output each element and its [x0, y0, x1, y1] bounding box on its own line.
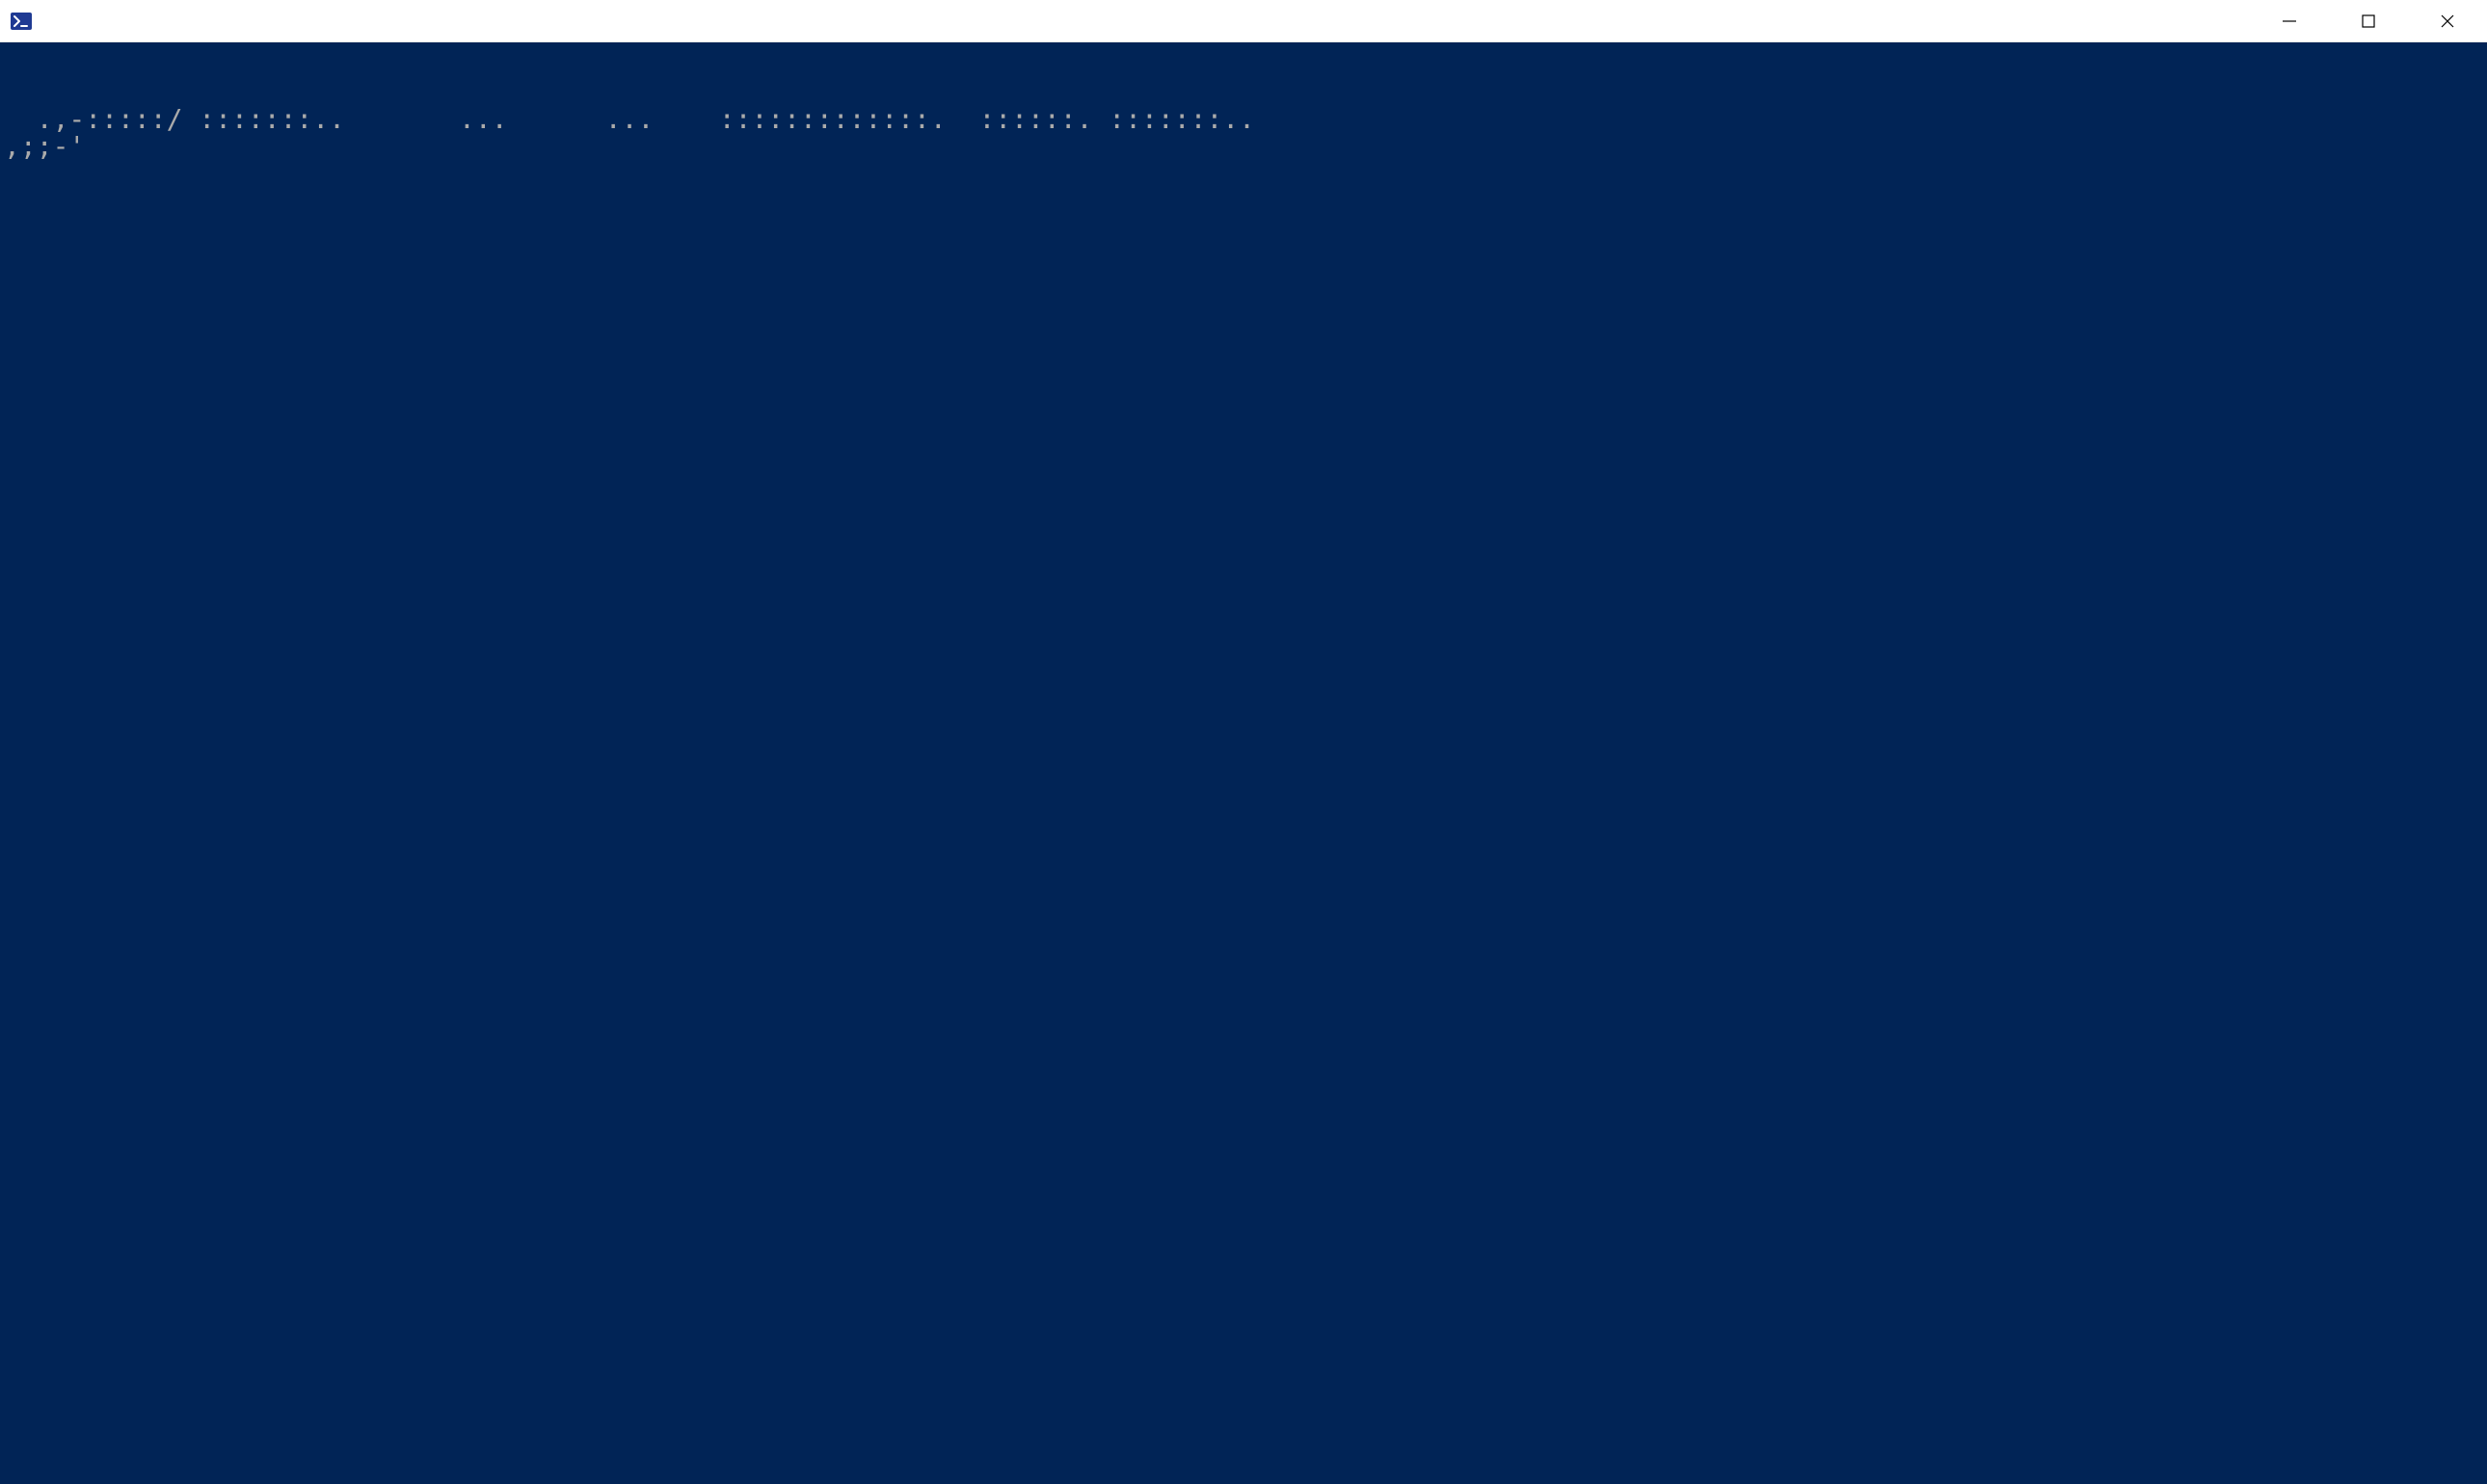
window-titlebar	[0, 0, 2487, 42]
window-controls	[2250, 0, 2487, 41]
ascii-banner: .,-:::::/ :::::::.. ... ... ::::::::::::…	[4, 106, 2483, 161]
maximize-button[interactable]	[2329, 0, 2408, 41]
powershell-icon	[10, 10, 33, 33]
close-button[interactable]	[2408, 0, 2487, 41]
minimize-button[interactable]	[2250, 0, 2329, 41]
terminal-pane[interactable]: .,-:::::/ :::::::.. ... ... ::::::::::::…	[0, 42, 2487, 1484]
